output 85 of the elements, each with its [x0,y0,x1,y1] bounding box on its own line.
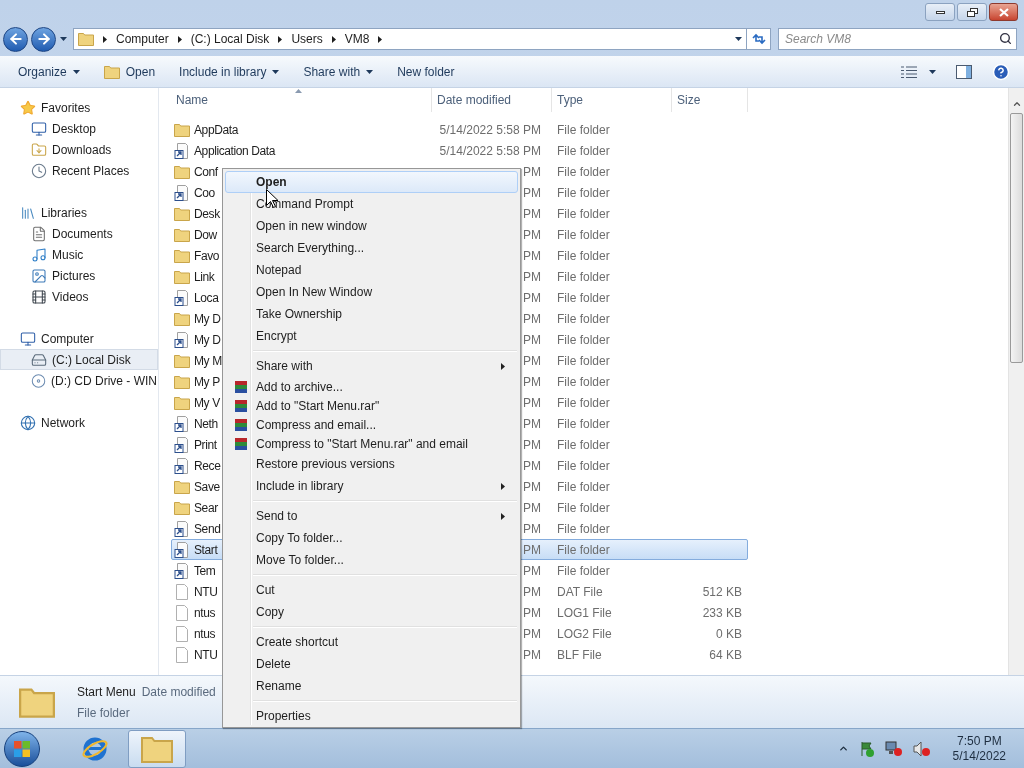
date-modified: PM [523,562,541,580]
file-size: 512 KB [702,583,742,601]
file-type: File folder [557,185,610,200]
file-type: File folder [557,164,610,179]
file-name: Application Data [194,142,275,160]
date-modified: PM [523,310,541,328]
file-type: File folder [557,458,610,473]
file-name: Favo [194,247,220,265]
date-modified: PM [523,268,541,286]
item-type: File folder [77,704,131,722]
file-type: File folder [557,479,610,494]
file-type: File folder [557,290,610,305]
file-type: File folder [557,353,610,368]
file-size: 0 KB [716,625,742,643]
date-modified: PM [523,415,541,433]
date-modified: PM [523,163,541,181]
date-modified: PM [523,184,541,202]
date-modified: PM [523,457,541,475]
file-type: File folder [557,227,610,242]
file-name: Loca [194,289,219,307]
date-modified: PM [523,499,541,517]
file-type: File folder [557,269,610,284]
file-type: File folder [557,332,610,347]
date-modified: PM [523,520,541,538]
file-size: 64 KB [709,646,742,664]
date-modified: PM [523,247,541,265]
file-name: My P [194,373,220,391]
date-modified: PM [523,205,541,223]
date-modified: PM [523,478,541,496]
file-type: File folder [557,521,610,536]
file-name: Coo [194,184,215,202]
property-label: Date modified [141,683,216,701]
date-modified: PM [523,646,541,664]
file-name: Sear [194,499,218,517]
file-type: File folder [557,563,610,578]
file-type: DAT File [557,584,603,599]
date-modified: PM [523,604,541,622]
file-name: Start [194,541,218,559]
file-type: LOG2 File [557,626,612,641]
date-modified: PM [523,226,541,244]
file-name: Link [194,268,215,286]
file-name: Rece [194,457,221,475]
file-name: ntus [194,625,216,643]
file-size: 233 KB [702,604,742,622]
file-type: File folder [557,437,610,452]
file-type: File folder [557,248,610,263]
file-name: My D [194,310,221,328]
file-type: File folder [557,395,610,410]
date-modified: PM [523,394,541,412]
file-type: File folder [557,206,610,221]
file-name: Send [194,520,221,538]
file-name: Conf [194,163,218,181]
file-name: Desk [194,205,220,223]
file-name: Dow [194,226,217,244]
file-name: NTU [194,583,218,601]
date-modified: 5/14/2022 5:58 PM [439,121,541,139]
date-modified: PM [523,625,541,643]
file-name: NTU [194,646,218,664]
file-name: Print [194,436,217,454]
date-modified: PM [523,289,541,307]
file-type: File folder [557,416,610,431]
file-name: My D [194,331,221,349]
file-name: AppData [194,121,238,139]
file-type: BLF File [557,647,602,662]
file-name: Neth [194,415,218,433]
file-type: File folder [557,374,610,389]
item-name: Start Menu [77,683,136,701]
date-modified: PM [523,352,541,370]
file-name: My V [194,394,220,412]
file-type: File folder [557,122,610,137]
date-modified: PM [523,436,541,454]
file-type: File folder [557,143,610,158]
file-name: Save [194,478,220,496]
file-type: LOG1 File [557,605,612,620]
file-name: Tem [194,562,216,580]
date-modified: PM [523,541,541,559]
file-name: My M [194,352,222,370]
file-name: ntus [194,604,216,622]
date-modified: PM [523,583,541,601]
date-modified: PM [523,331,541,349]
file-type: File folder [557,542,610,557]
date-modified: PM [523,373,541,391]
date-modified: 5/14/2022 5:58 PM [439,142,541,160]
file-type: File folder [557,500,610,515]
file-type: File folder [557,311,610,326]
